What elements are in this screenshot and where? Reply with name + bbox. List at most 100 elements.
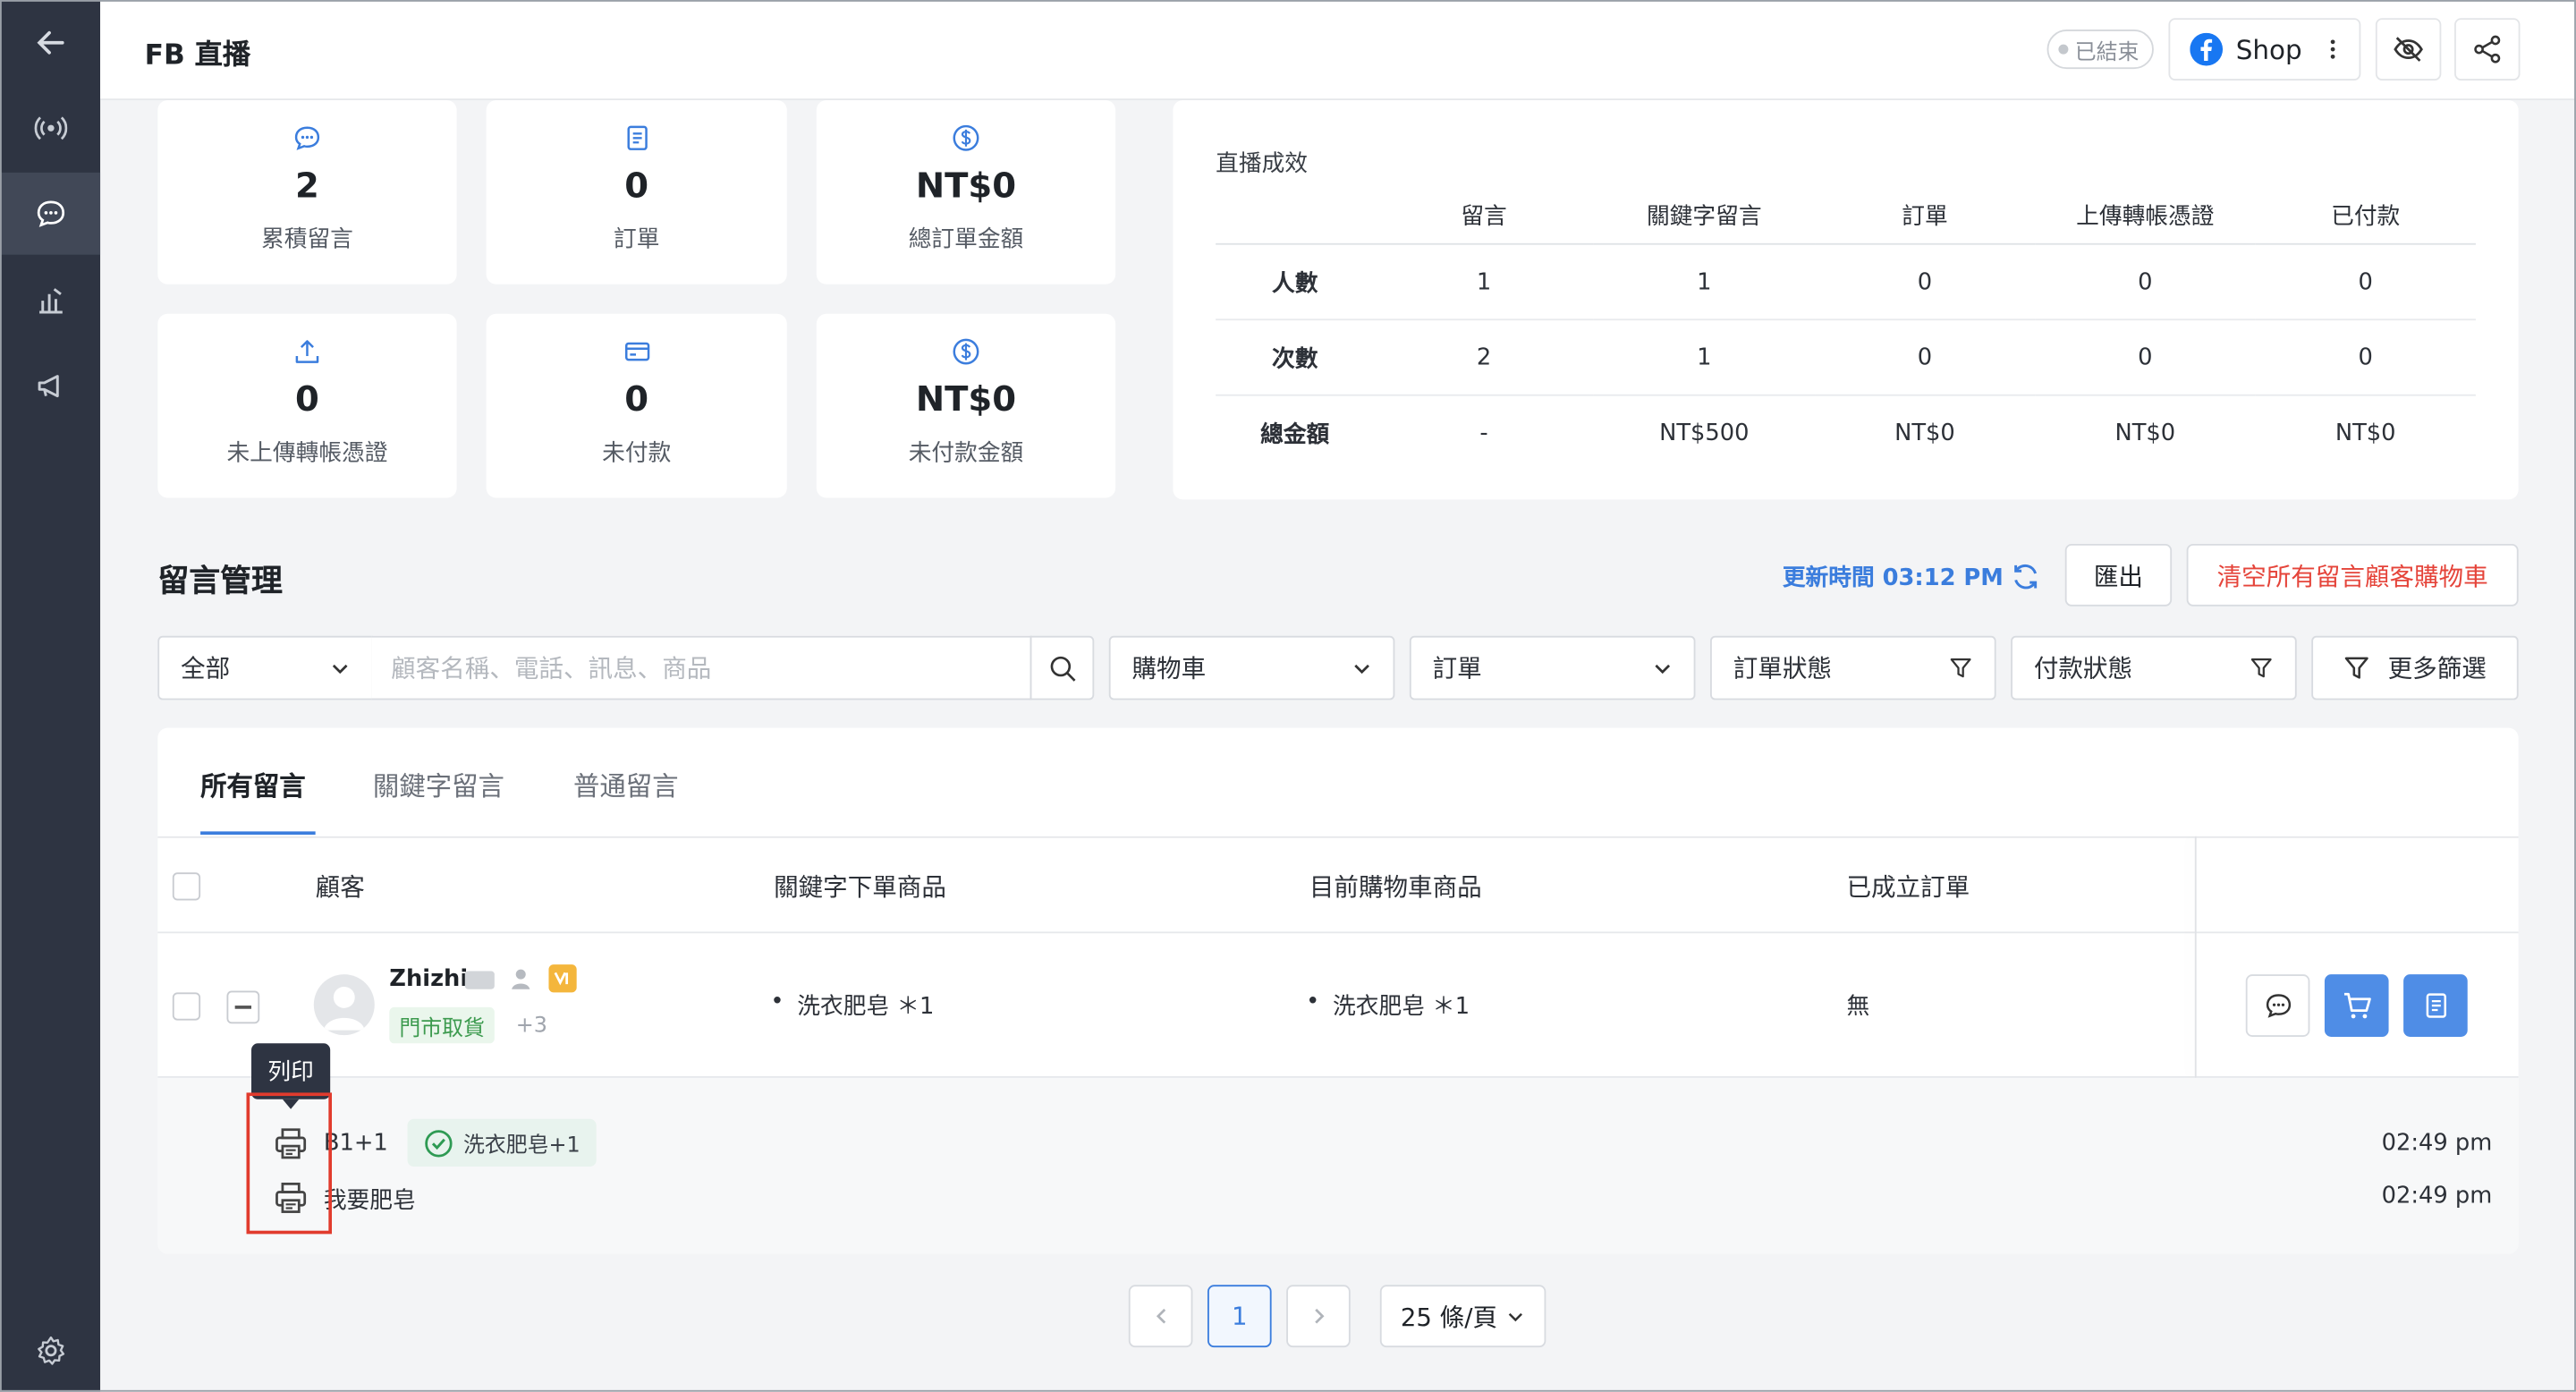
keyword-item-text: 洗衣肥皂 ＊1 [797,994,935,1021]
message-button[interactable] [2245,974,2310,1037]
customer-name[interactable]: Zhizhi [389,966,468,992]
search-input[interactable]: 顧客名稱、電話、訊息、商品 [371,635,1032,700]
refresh-button[interactable]: 更新時間 03:12 PM [1783,560,2041,593]
table-cell: NT$0 [1894,420,1955,446]
live-performance-card: 直播成效 留言 關鍵字留言 訂單 上傳轉帳憑證 已付款 人數 1 1 0 0 0… [1173,100,2519,500]
stat-label: 未上傳轉帳憑證 [226,440,388,467]
table-cell: 1 [1593,319,1815,396]
prev-page-button[interactable] [1128,1285,1193,1348]
performance-title: 直播成效 [1216,150,1309,178]
stat-label: 累積留言 [261,226,353,253]
select-all-checkbox[interactable] [172,872,201,901]
back-button[interactable] [0,2,100,84]
table-header: 訂單 [1814,187,2036,245]
chat-bubble-icon [2265,994,2291,1018]
export-button[interactable]: 匯出 [2064,543,2173,607]
cart-button[interactable] [2324,974,2389,1037]
eye-off-icon [2394,37,2423,62]
page-button-1[interactable]: 1 [1207,1285,1272,1348]
collapse-toggle[interactable] [226,990,260,1024]
broadcast-icon [33,116,67,140]
analytics-icon [38,288,62,314]
chevron-down-icon [332,663,348,674]
stat-value: 2 [295,166,319,206]
table-cell: NT$500 [1659,420,1750,446]
table-header: 已付款 [2255,187,2476,245]
chevron-left-icon [1156,1308,1165,1324]
masked-name [464,971,495,989]
column-header-customer: 顧客 [315,872,365,903]
stat-card-comments: 2 累積留言 [157,100,457,284]
chevron-down-icon [1509,1311,1523,1321]
avatar [313,974,375,1036]
clear-carts-button[interactable]: 清空所有留言顧客購物車 [2186,543,2519,607]
top-header: FB 直播 已結束 Shop [100,0,2576,101]
table-cell: 人數 [1216,243,1375,321]
cart-select[interactable]: 購物車 [1108,635,1395,700]
column-header-cart-items: 目前購物車商品 [1309,872,1482,903]
order-select-value: 訂單 [1432,654,1482,684]
stat-card-unpaid-amount: NT$0 未付款金額 [816,313,1116,498]
order-status-label: 訂單狀態 [1733,654,1832,684]
share-button[interactable] [2454,18,2521,81]
refresh-icon [2013,564,2037,590]
page-title: FB 直播 [144,39,251,72]
table-cell: 0 [2035,319,2256,396]
hide-button[interactable] [2375,18,2442,81]
check-circle-icon [425,1129,453,1157]
more-vertical-icon [2331,39,2335,59]
tab-all-comments[interactable]: 所有留言 [200,764,306,803]
row-checkbox[interactable] [172,992,201,1021]
more-tags-count[interactable]: +3 [516,1014,547,1039]
table-cell: 0 [1814,319,2036,396]
tab-indicator [200,831,316,836]
payment-status-filter[interactable]: 付款狀態 [2011,635,2297,700]
chevron-down-icon [1655,663,1671,674]
facebook-icon [2190,32,2224,66]
shop-selector[interactable]: Shop [2168,18,2361,81]
tab-normal-comments[interactable]: 普通留言 [573,764,679,803]
table-row: 總金額 - NT$500 NT$0 NT$0 NT$0 [1216,395,2476,471]
table-cell: 0 [2035,243,2256,321]
dollar-circle-icon [953,338,979,365]
sidebar [0,0,101,1392]
stat-card-order-total: NT$0 總訂單金額 [816,100,1116,284]
status-badge-label: 已結束 [2074,39,2140,65]
gear-icon [37,1336,64,1365]
search-icon [1049,655,1075,681]
stat-value: 0 [624,379,649,420]
column-header-keyword-items: 關鍵字下單商品 [774,872,946,903]
scope-select[interactable]: 全部 [157,635,373,700]
print-tooltip: 列印 [251,1043,331,1109]
sidebar-item-stats[interactable] [0,259,100,342]
order-value: 無 [1846,994,1870,1021]
table-header: 上傳轉帳憑證 [2035,187,2256,245]
next-page-button[interactable] [1286,1285,1351,1348]
highlight-box [246,1092,333,1235]
page-size-select[interactable]: 25 條/頁 [1379,1285,1546,1348]
order-button[interactable] [2403,974,2468,1037]
order-select[interactable]: 訂單 [1409,635,1696,700]
bullet: • [770,989,784,1016]
search-button[interactable] [1030,635,1095,700]
upload-icon [295,340,319,363]
matched-item-label: 洗衣肥皂+1 [462,1133,580,1159]
sidebar-item-marketing[interactable] [0,345,100,428]
updated-time: 更新時間 03:12 PM [1782,564,2004,592]
order-status-filter[interactable]: 訂單狀態 [1710,635,1996,700]
tab-keyword-comments[interactable]: 關鍵字留言 [373,764,504,803]
table-cell: 0 [1814,243,2036,321]
sidebar-item-settings[interactable] [0,1310,100,1392]
more-filters-button[interactable]: 更多篩選 [2311,635,2519,700]
stat-value: 0 [295,379,319,420]
table-cell: 2 [1374,319,1594,396]
chevron-right-icon [1314,1308,1324,1324]
sidebar-item-live[interactable] [0,87,100,169]
person-icon [512,969,530,989]
table-cell: 總金額 [1260,421,1330,448]
dollar-circle-icon [953,124,979,151]
table-cell: NT$0 [2114,420,2176,446]
sidebar-item-comments[interactable] [0,172,101,255]
user-silhouette-icon [323,986,365,1031]
table-cell: 0 [2255,243,2476,321]
